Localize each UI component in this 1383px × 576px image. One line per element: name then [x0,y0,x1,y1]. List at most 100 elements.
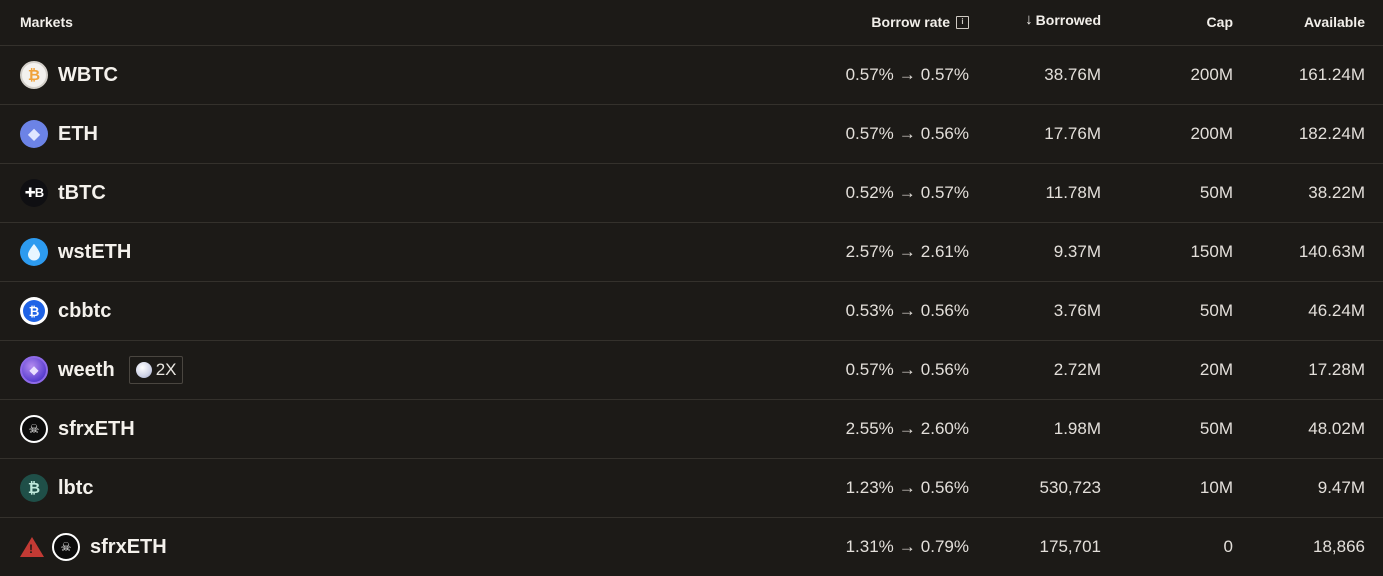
borrow-rate: 1.23% → 0.56% [846,478,969,498]
market-asset: ◆ ETH [20,119,98,149]
market-asset: ☠ sfrxETH [20,414,135,444]
cap-value: 0 [1223,537,1233,556]
table-row[interactable]: ◆ ETH 0.57% → 0.56% 17.76M 200M 182.24M [0,105,1383,164]
borrow-rate: 0.53% → 0.56% [846,301,969,321]
eth-icon: ◆ [20,120,48,148]
rate-from: 0.57% [845,360,894,379]
market-name: weeth [58,358,115,381]
cbbtc-glyph: ₿ [23,300,45,322]
tbtc-icon: ✚B [20,179,48,207]
borrowed-value: 530,723 [1039,478,1101,497]
column-header-borrowed[interactable]: ↓ Borrowed [1025,11,1101,28]
available-value: 48.02M [1308,419,1365,438]
points-multiplier-badge[interactable]: 2X [128,356,184,384]
cap-value: 20M [1199,360,1233,379]
info-icon[interactable]: i [956,15,969,29]
rate-from: 1.31% [845,537,894,556]
cap-value: 200M [1190,124,1233,143]
rate-from: 0.57% [845,65,894,84]
markets-table: Markets Borrow rate i ↓ Borrowed Cap Ava… [0,0,1383,576]
rate-from: 0.57% [845,124,894,143]
available-value: 46.24M [1308,301,1365,320]
rate-to: 0.57% [920,65,969,84]
lbtc-icon: ₿ [20,474,48,502]
borrow-rate: 0.52% → 0.57% [846,183,969,203]
wbtc-icon: ₿ [20,61,48,89]
table-row[interactable]: ! ☠ sfrxETH 1.31% → 0.79% 175,701 0 18,866 [0,518,1383,576]
available-value: 182.24M [1298,124,1365,143]
arrow-right-icon: → [898,537,916,556]
borrow-rate: 2.57% → 2.61% [846,242,969,262]
column-header-borrow-rate[interactable]: Borrow rate i [871,14,969,30]
borrowed-value: 9.37M [1053,242,1101,261]
rate-to: 2.60% [920,419,969,438]
table-row[interactable]: ◆ weeth 2X 0.57% → 0.56% 2.72M 20M 17.28M [0,341,1383,400]
table-row[interactable]: ₿ lbtc 1.23% → 0.56% 530,723 10M 9.47M [0,459,1383,518]
wsteth-icon [20,238,48,266]
borrowed-value: 11.78M [1045,183,1101,202]
borrowed-value: 175,701 [1039,537,1101,556]
borrow-rate: 0.57% → 0.57% [846,65,969,85]
points-icon [135,362,152,378]
rate-from: 0.52% [845,183,894,202]
column-header-available[interactable]: Available [1304,14,1365,30]
sfrxeth-icon: ☠ [20,415,48,443]
borrow-rate: 1.31% → 0.79% [846,537,969,557]
column-header-cap[interactable]: Cap [1207,14,1233,30]
borrowed-value: 1.98M [1053,419,1101,438]
rate-from: 1.23% [845,478,894,497]
cbbtc-icon: ₿ [20,297,48,325]
cap-value: 150M [1190,242,1233,261]
market-asset: ₿ cbbtc [20,296,111,326]
table-row[interactable]: ₿ cbbtc 0.53% → 0.56% 3.76M 50M 46.24M [0,282,1383,341]
table-row[interactable]: wstETH 2.57% → 2.61% 9.37M 150M 140.63M [0,223,1383,282]
rate-to: 0.79% [920,537,969,556]
borrowed-value: 17.76M [1044,124,1101,143]
market-name: sfrxETH [90,535,167,558]
arrow-right-icon: → [898,183,916,202]
rate-from: 2.55% [845,419,894,438]
arrow-down-icon: ↓ [1025,11,1033,28]
rate-from: 2.57% [845,242,894,261]
available-value: 161.24M [1298,65,1365,84]
available-value: 17.28M [1308,360,1365,379]
borrowed-value: 3.76M [1053,301,1101,320]
cap-value: 50M [1199,183,1233,202]
market-asset: ◆ weeth 2X [20,355,184,385]
borrow-rate: 2.55% → 2.60% [846,419,969,439]
market-asset: ✚B tBTC [20,178,106,208]
borrow-rate: 0.57% → 0.56% [846,360,969,380]
warning-glyph: ! [29,542,33,556]
rate-to: 0.56% [920,360,969,379]
table-header: Markets Borrow rate i ↓ Borrowed Cap Ava… [0,0,1383,46]
available-value: 18,866 [1313,537,1365,556]
market-asset: ₿ WBTC [20,60,118,90]
market-name: tBTC [58,181,106,204]
available-value: 140.63M [1298,242,1365,261]
market-name: cbbtc [58,299,112,322]
table-row[interactable]: ₿ WBTC 0.57% → 0.57% 38.76M 200M 161.24M [0,46,1383,105]
arrow-right-icon: → [898,301,916,320]
rate-to: 0.57% [920,183,969,202]
cap-value: 50M [1199,419,1233,438]
warning-icon[interactable]: ! [20,537,44,557]
rate-to: 0.56% [920,124,969,143]
market-asset: ! ☠ sfrxETH [20,532,167,562]
table-row[interactable]: ☠ sfrxETH 2.55% → 2.60% 1.98M 50M 48.02M [0,400,1383,459]
available-value: 9.47M [1317,478,1365,497]
cap-value: 50M [1199,301,1233,320]
column-header-markets: Markets [20,14,73,30]
table-row[interactable]: ✚B tBTC 0.52% → 0.57% 11.78M 50M 38.22M [0,164,1383,223]
arrow-right-icon: → [898,242,916,261]
borrowed-value: 2.72M [1053,360,1101,379]
arrow-right-icon: → [898,478,916,497]
market-asset: wstETH [20,237,131,267]
borrowed-label: Borrowed [1035,11,1101,28]
rate-from: 0.53% [845,301,894,320]
sfrxeth-icon: ☠ [52,533,80,561]
market-name: ETH [58,122,98,145]
arrow-right-icon: → [898,419,916,438]
borrowed-value: 38.76M [1044,65,1101,84]
market-name: lbtc [58,476,94,499]
borrow-rate-label: Borrow rate [871,14,950,30]
